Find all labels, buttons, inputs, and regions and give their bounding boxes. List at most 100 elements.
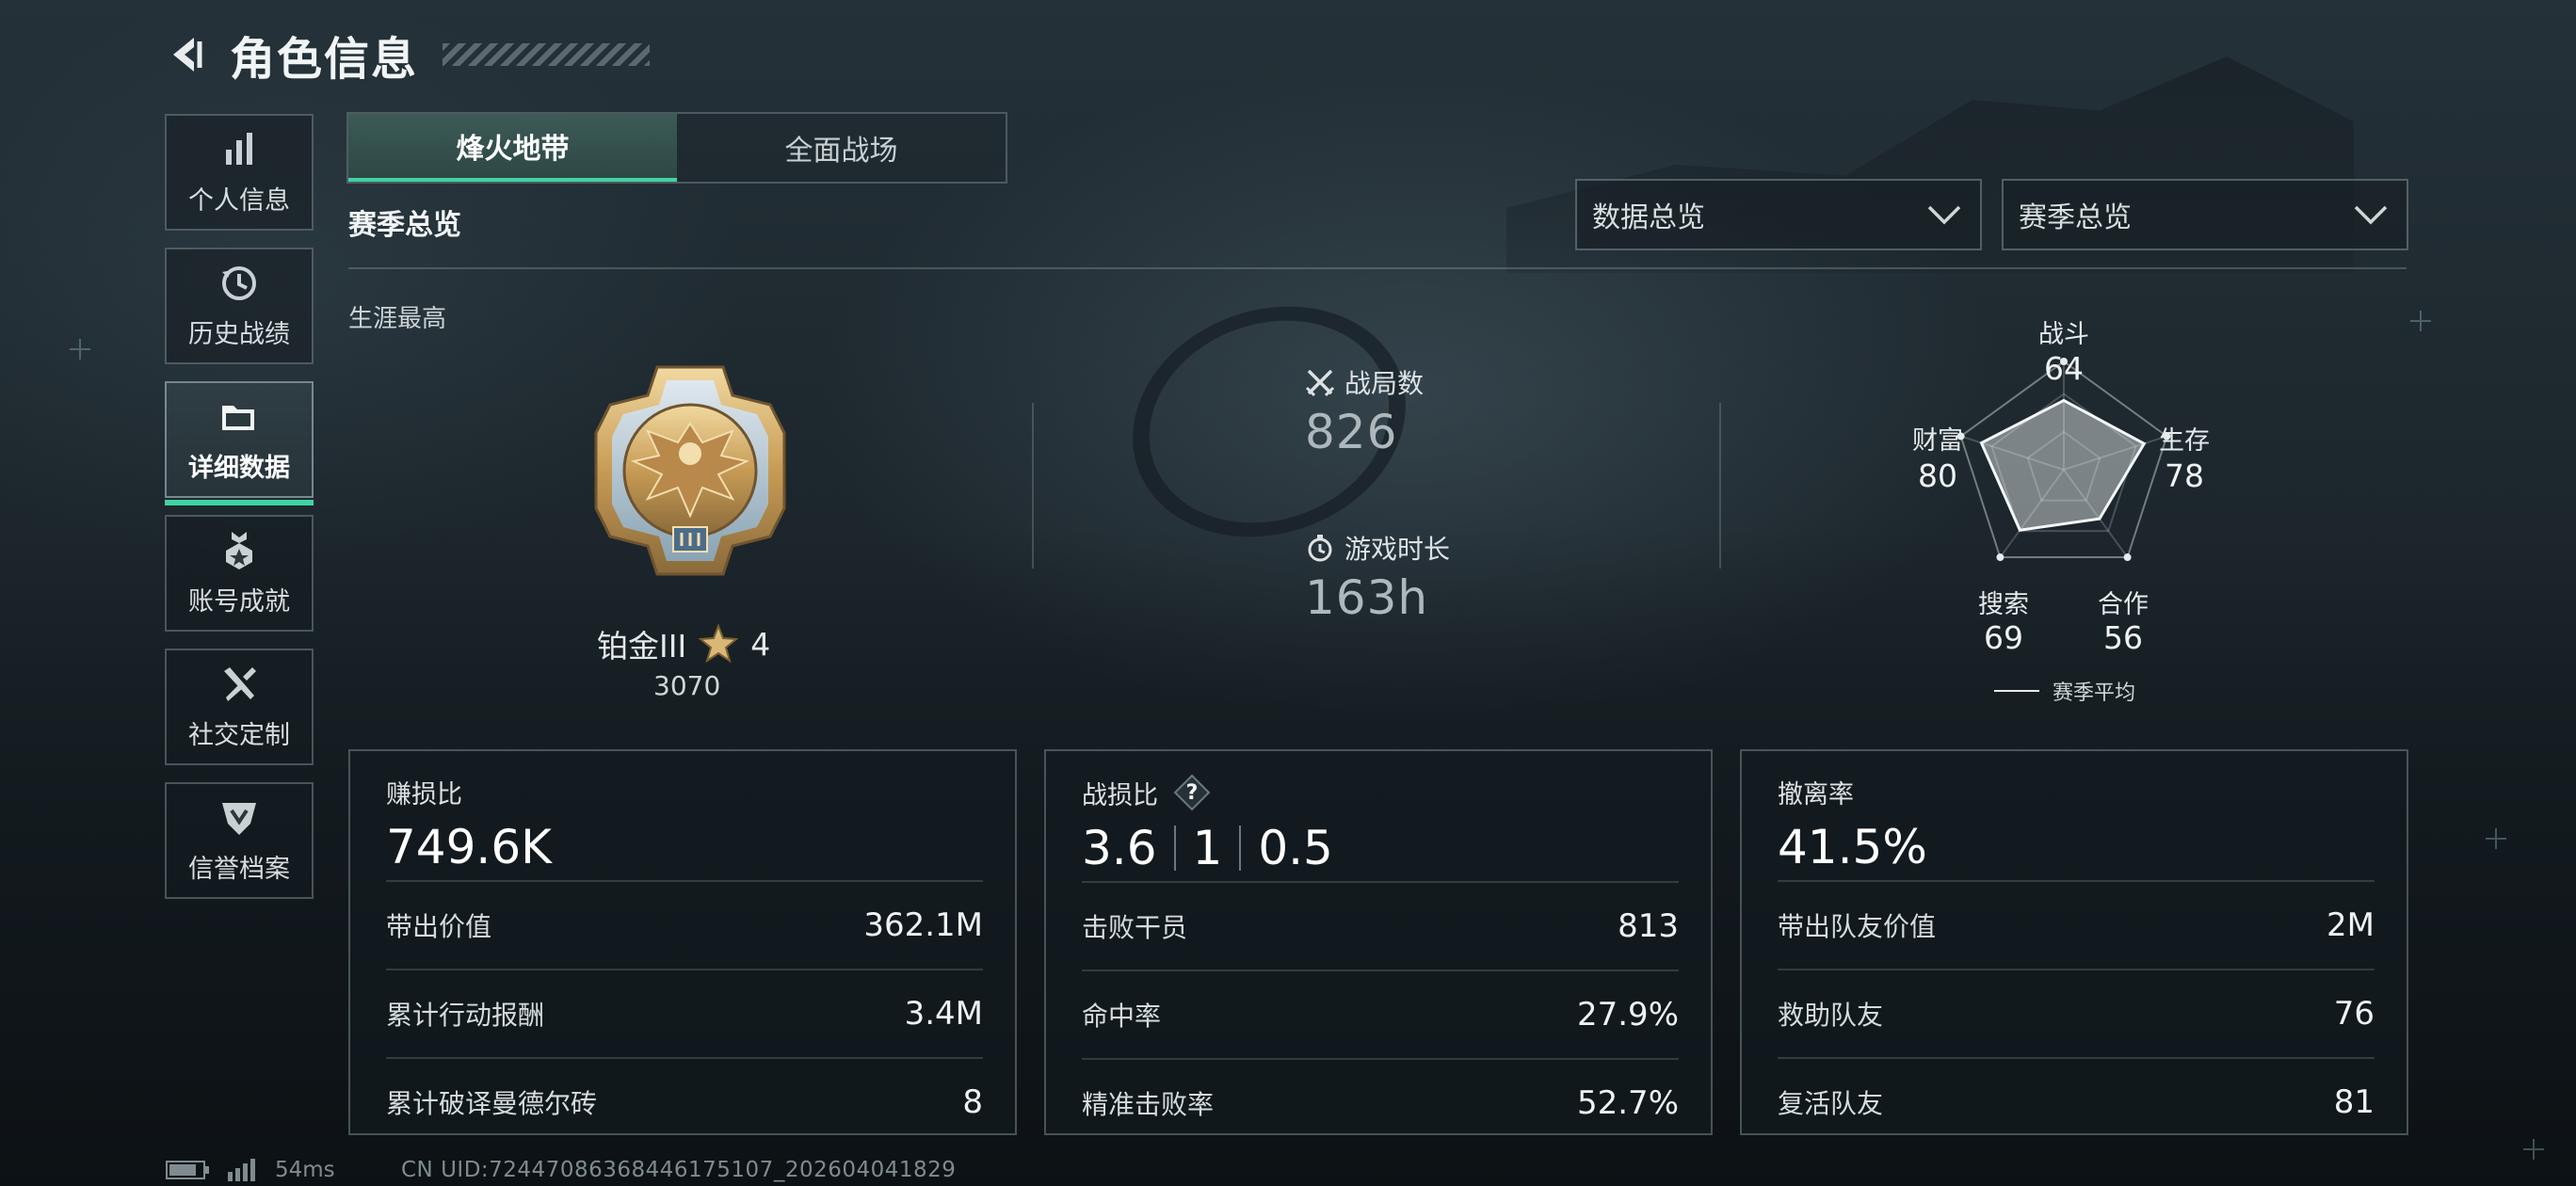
star-icon bbox=[698, 623, 739, 664]
row-value: 362.1M bbox=[863, 906, 983, 944]
card-row: 击败干员 813 bbox=[1082, 881, 1679, 970]
rank-info: 铂金III 4 bbox=[597, 621, 770, 666]
row-label: 累计行动报酬 bbox=[386, 1000, 545, 1031]
history-icon bbox=[222, 265, 256, 300]
profit-loss-card: 赚损比 749.6K 带出价值 362.1M 累计行动报酬 3.4M 累计破译曼德尔… bbox=[348, 749, 1017, 1135]
svg-text:?: ? bbox=[1186, 781, 1199, 805]
row-label: 命中率 bbox=[1082, 1001, 1162, 1032]
back-arrow-icon[interactable] bbox=[166, 32, 211, 77]
nav-item-detailed-data[interactable]: 详细数据 bbox=[165, 381, 314, 505]
radar-axis-dot bbox=[1996, 553, 2004, 562]
select-value: 赛季总览 bbox=[2019, 201, 2132, 234]
card-row: 带出价值 362.1M bbox=[386, 880, 983, 969]
row-value: 3.4M bbox=[904, 995, 983, 1033]
ping-value: 54ms bbox=[275, 1158, 335, 1182]
row-label: 带出价值 bbox=[386, 911, 492, 942]
nav-item-credit[interactable]: 信誉档案 bbox=[165, 782, 314, 899]
card-row: 救助队友 76 bbox=[1778, 969, 2375, 1057]
card-row: 累计破译曼德尔砖 8 bbox=[386, 1057, 983, 1146]
card-title: 战损比 bbox=[1082, 780, 1158, 810]
kd-ratio-card: 战损比 ? 3.6 1 0.5 击败干员 813 命中率 27.9% 精准击败率 52… bbox=[1044, 749, 1713, 1135]
select-value: 数据总览 bbox=[1592, 201, 1705, 234]
nav-item-label: 账号成就 bbox=[188, 586, 290, 617]
nav-item-label: 详细数据 bbox=[188, 453, 290, 483]
card-row: 复活队友 81 bbox=[1778, 1057, 2375, 1146]
page-header: 角色信息 bbox=[166, 26, 651, 86]
legend-line bbox=[1994, 690, 2039, 692]
tab-full-battlefield[interactable]: 全面战场 bbox=[677, 114, 1006, 182]
radar-label-survival: 生存 bbox=[2159, 426, 2210, 456]
vertical-divider bbox=[1032, 403, 1034, 569]
kd-values: 3.6 1 0.5 bbox=[1082, 815, 1679, 881]
crosshair-decoration bbox=[2410, 311, 2431, 331]
section-divider bbox=[348, 267, 2407, 269]
card-row: 精准击败率 52.7% bbox=[1082, 1058, 1679, 1146]
chevron-down-icon bbox=[1927, 205, 1961, 225]
radar-legend: 赛季平均 bbox=[1994, 676, 2135, 706]
kd-death: 1 bbox=[1192, 821, 1223, 875]
nav-item-label: 个人信息 bbox=[188, 185, 290, 216]
card-title: 赚损比 bbox=[386, 780, 462, 809]
row-label: 带出队友价值 bbox=[1778, 911, 1937, 942]
card-row: 带出队友价值 2M bbox=[1778, 880, 2375, 969]
kd-assist: 0.5 bbox=[1258, 821, 1333, 875]
row-value: 8 bbox=[962, 1083, 983, 1121]
medal-icon bbox=[226, 531, 252, 569]
nav-item-label: 信誉档案 bbox=[188, 854, 290, 884]
title-stripes-decoration bbox=[443, 43, 651, 66]
radar-label-wealth: 财富 bbox=[1912, 426, 1963, 456]
tab-hazard-zone[interactable]: 烽火地带 bbox=[348, 114, 677, 182]
nav-item-history[interactable]: 历史战绩 bbox=[165, 248, 314, 364]
page-title: 角色信息 bbox=[230, 33, 419, 86]
row-value: 2M bbox=[2326, 906, 2375, 944]
radar-value-search: 69 bbox=[1984, 619, 2023, 656]
radar-value-polygon bbox=[1979, 398, 2147, 532]
value-separator bbox=[1239, 825, 1242, 871]
radar-axis-dot bbox=[2123, 553, 2132, 562]
extraction-rate-card: 撤离率 41.5% 带出队友价值 2M 救助队友 76 复活队友 81 bbox=[1740, 749, 2408, 1135]
row-value: 27.9% bbox=[1576, 996, 1679, 1034]
radar-value-combat: 64 bbox=[2044, 350, 2084, 387]
user-uid: CN UID:72447086368446175107_202604041829 bbox=[401, 1158, 957, 1182]
crossed-swords-icon bbox=[1305, 369, 1335, 397]
vertical-divider bbox=[1719, 403, 1721, 569]
data-overview-select[interactable]: 数据总览 bbox=[1575, 179, 1982, 250]
career-best-label: 生涯最高 bbox=[348, 305, 447, 333]
radar-value-wealth: 80 bbox=[1918, 457, 1957, 494]
card-main-value: 749.6K bbox=[386, 820, 552, 874]
platinum-rank-medal-icon bbox=[594, 365, 786, 576]
playtime-label: 游戏时长 bbox=[1344, 534, 1451, 565]
battery-icon bbox=[166, 1161, 209, 1179]
shield-icon bbox=[222, 802, 256, 835]
nav-item-label: 历史战绩 bbox=[188, 319, 290, 349]
card-row: 命中率 27.9% bbox=[1082, 970, 1679, 1058]
matches-stat: 战局数 826 bbox=[1305, 363, 1424, 459]
season-overview-select[interactable]: 赛季总览 bbox=[2002, 179, 2408, 250]
folder-icon bbox=[222, 405, 254, 430]
tools-icon bbox=[224, 666, 256, 701]
kd-kill: 3.6 bbox=[1082, 821, 1157, 875]
matches-value: 826 bbox=[1305, 405, 1398, 459]
crosshair-decoration bbox=[70, 339, 90, 360]
rank-stars: 4 bbox=[750, 625, 771, 663]
row-label: 救助队友 bbox=[1778, 1000, 1884, 1031]
row-value: 76 bbox=[2333, 995, 2375, 1033]
matches-label: 战局数 bbox=[1344, 368, 1425, 399]
nav-item-personal-info[interactable]: 个人信息 bbox=[165, 114, 314, 231]
value-separator bbox=[1173, 825, 1176, 871]
row-value: 52.7% bbox=[1576, 1084, 1679, 1122]
nav-item-social[interactable]: 社交定制 bbox=[165, 649, 314, 765]
help-icon[interactable]: ? bbox=[1173, 774, 1211, 811]
radar-label-cooperation: 合作 bbox=[2098, 590, 2149, 619]
row-label: 击败干员 bbox=[1082, 912, 1188, 943]
row-value: 81 bbox=[2333, 1083, 2375, 1121]
crosshair-decoration bbox=[2486, 828, 2506, 849]
nav-item-label: 社交定制 bbox=[188, 720, 290, 750]
playtime-stat: 游戏时长 163h bbox=[1305, 529, 1450, 625]
rank-score: 3070 bbox=[653, 670, 721, 701]
nav-item-achievements[interactable]: 账号成就 bbox=[165, 515, 314, 632]
chevron-down-icon bbox=[2354, 205, 2388, 225]
radar-label-search: 搜索 bbox=[1978, 590, 2029, 619]
radar-value-cooperation: 56 bbox=[2103, 619, 2143, 656]
crosshair-decoration bbox=[2523, 1139, 2544, 1160]
